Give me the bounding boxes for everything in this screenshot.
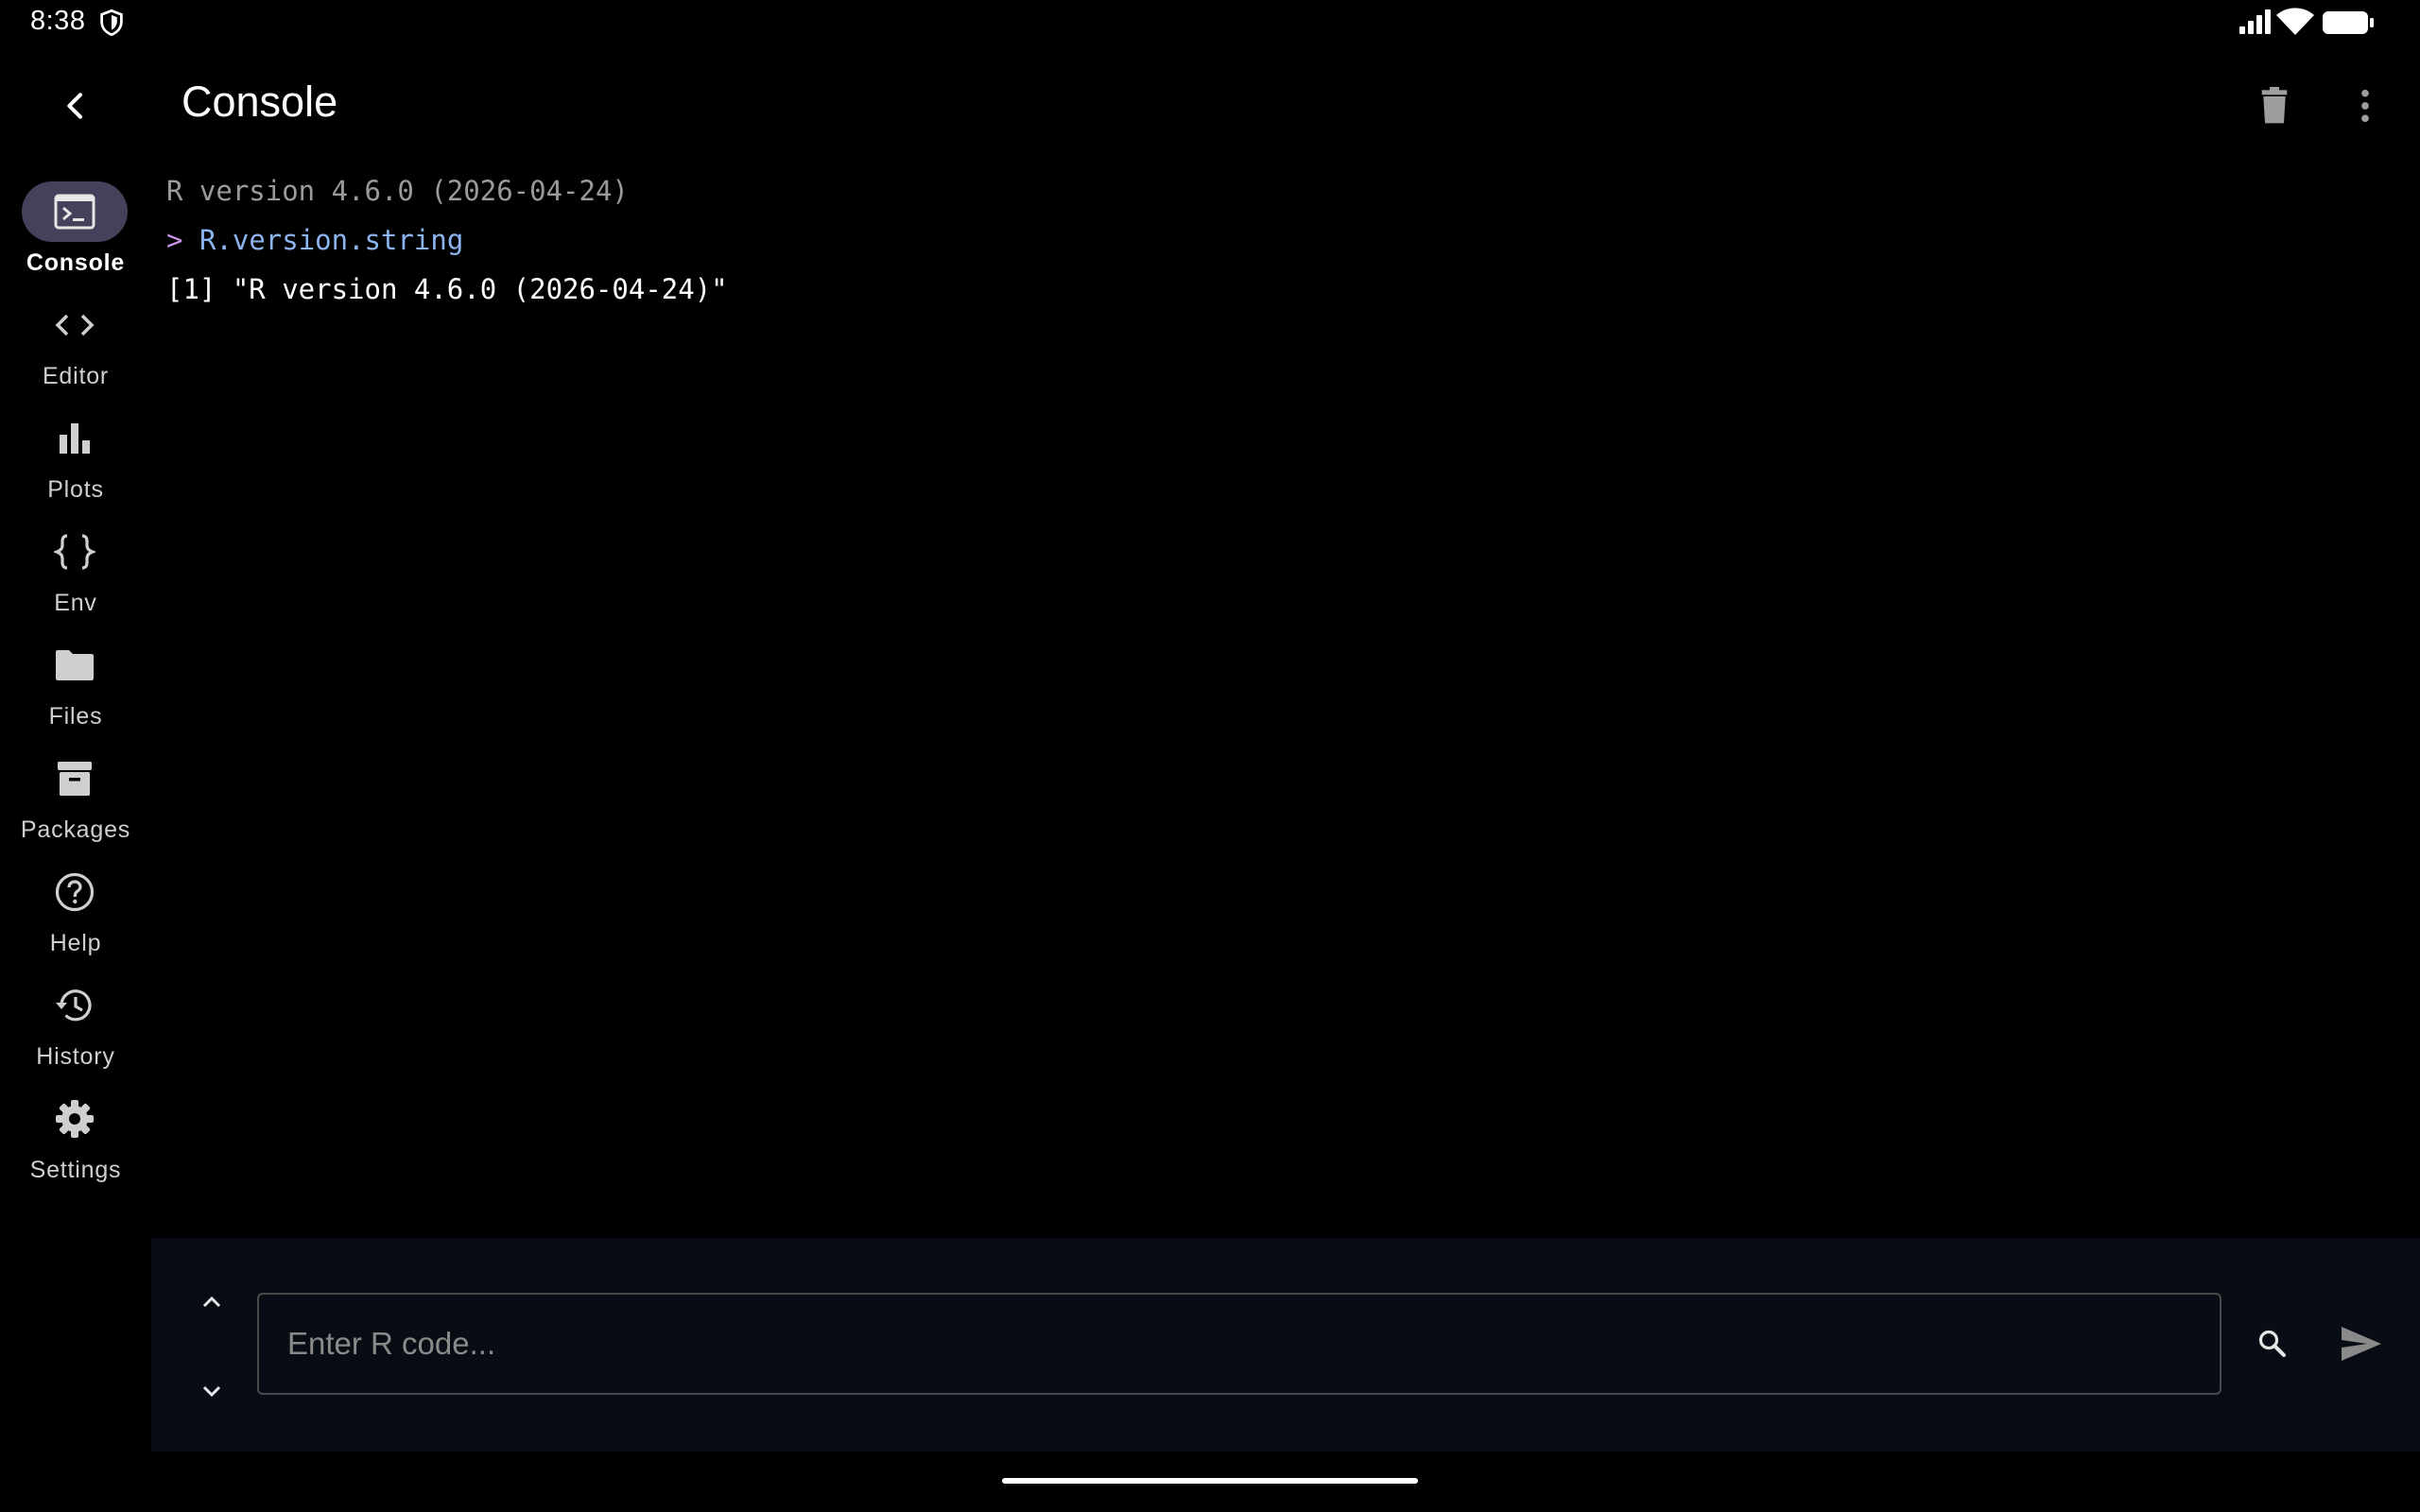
nav-label: Help: [49, 930, 102, 956]
history-up-button[interactable]: [189, 1280, 234, 1325]
console-output: R version 4.6.0 (2026-04-24) > R.version…: [166, 172, 728, 319]
nav-label: Files: [48, 703, 103, 730]
nav-item-settings[interactable]: Settings: [0, 1081, 151, 1185]
terminal-icon: [54, 194, 95, 230]
console-result: [1] "R version 4.6.0 (2026-04-24)": [166, 273, 728, 305]
nav-label: Console: [26, 249, 126, 276]
status-bar: 8:38: [0, 0, 2420, 45]
nav-label: History: [36, 1043, 115, 1070]
back-arrow-icon: [67, 93, 82, 119]
nav-item-packages[interactable]: Packages: [0, 741, 151, 845]
console-command: R.version.string: [199, 224, 464, 256]
nav-item-env[interactable]: Env: [0, 514, 151, 618]
code-input-bar: [151, 1238, 2420, 1452]
wifi-icon: [2276, 8, 2314, 35]
nav-item-editor[interactable]: Editor: [0, 287, 151, 391]
chevron-up-icon: [202, 1296, 221, 1308]
history-icon: [56, 989, 92, 1022]
console-prompt: >: [166, 224, 183, 256]
send-button[interactable]: [2325, 1308, 2397, 1380]
console-banner: R version 4.6.0 (2026-04-24): [166, 175, 629, 207]
page-title: Console: [182, 77, 338, 126]
gear-icon: [56, 1100, 94, 1138]
bar-chart-icon: [60, 423, 90, 454]
chevron-down-icon: [202, 1385, 221, 1398]
nav-item-files[interactable]: Files: [0, 627, 151, 731]
signal-icon: [2239, 9, 2271, 34]
clear-console-button[interactable]: [2244, 76, 2305, 136]
archive-icon: [58, 762, 92, 796]
code-icon: [55, 314, 95, 336]
back-button[interactable]: [45, 76, 106, 136]
nav-item-plots[interactable]: Plots: [0, 401, 151, 505]
folder-icon: [56, 650, 94, 680]
nav-label: Editor: [42, 363, 110, 389]
send-icon: [2342, 1327, 2381, 1361]
trash-icon: [2261, 87, 2288, 124]
shield-icon: [100, 9, 123, 37]
help-icon: [55, 872, 95, 912]
nav-label: Env: [54, 590, 97, 616]
braces-icon: [54, 534, 95, 570]
r-code-input[interactable]: [257, 1293, 2221, 1395]
nav-item-help[interactable]: Help: [0, 854, 151, 958]
battery-icon: [2323, 11, 2374, 34]
search-icon: [2258, 1330, 2286, 1357]
nav-label: Packages: [20, 816, 131, 843]
more-options-button[interactable]: [2335, 76, 2395, 136]
nav-item-history[interactable]: History: [0, 968, 151, 1072]
home-indicator[interactable]: [1002, 1478, 1418, 1484]
search-button[interactable]: [2242, 1314, 2303, 1374]
history-down-button[interactable]: [189, 1368, 234, 1414]
nav-item-console[interactable]: Console: [0, 174, 151, 278]
status-time: 8:38: [30, 6, 86, 36]
console-command-line: > R.version.string: [166, 221, 728, 270]
nav-label: Settings: [29, 1157, 122, 1183]
more-vert-icon: [2361, 89, 2369, 123]
nav-label: Plots: [47, 476, 104, 503]
